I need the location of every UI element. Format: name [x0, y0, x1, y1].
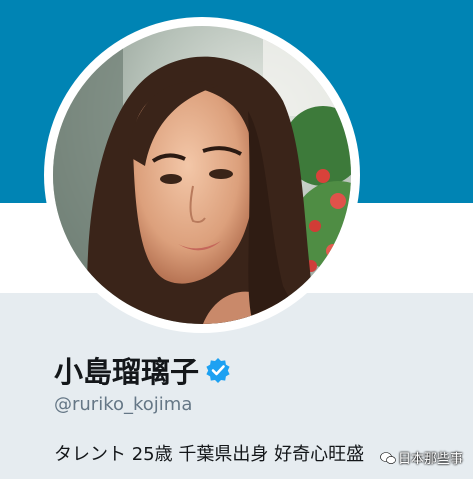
wechat-logo-icon: [380, 451, 396, 464]
avatar-photo: [53, 26, 351, 324]
watermark-text: 日本那些事: [398, 452, 464, 467]
profile-name: 小島瑠璃子: [54, 355, 200, 389]
profile-avatar[interactable]: [44, 17, 360, 333]
profile-name-row: 小島瑠璃子: [54, 350, 231, 390]
verified-check-icon: [205, 357, 231, 383]
watermark: 日本那些事: [380, 448, 463, 467]
profile-handle[interactable]: @ruriko_kojima: [54, 394, 192, 415]
profile-bio: タレント 25歳 千葉県出身 好奇心旺盛: [54, 444, 365, 465]
